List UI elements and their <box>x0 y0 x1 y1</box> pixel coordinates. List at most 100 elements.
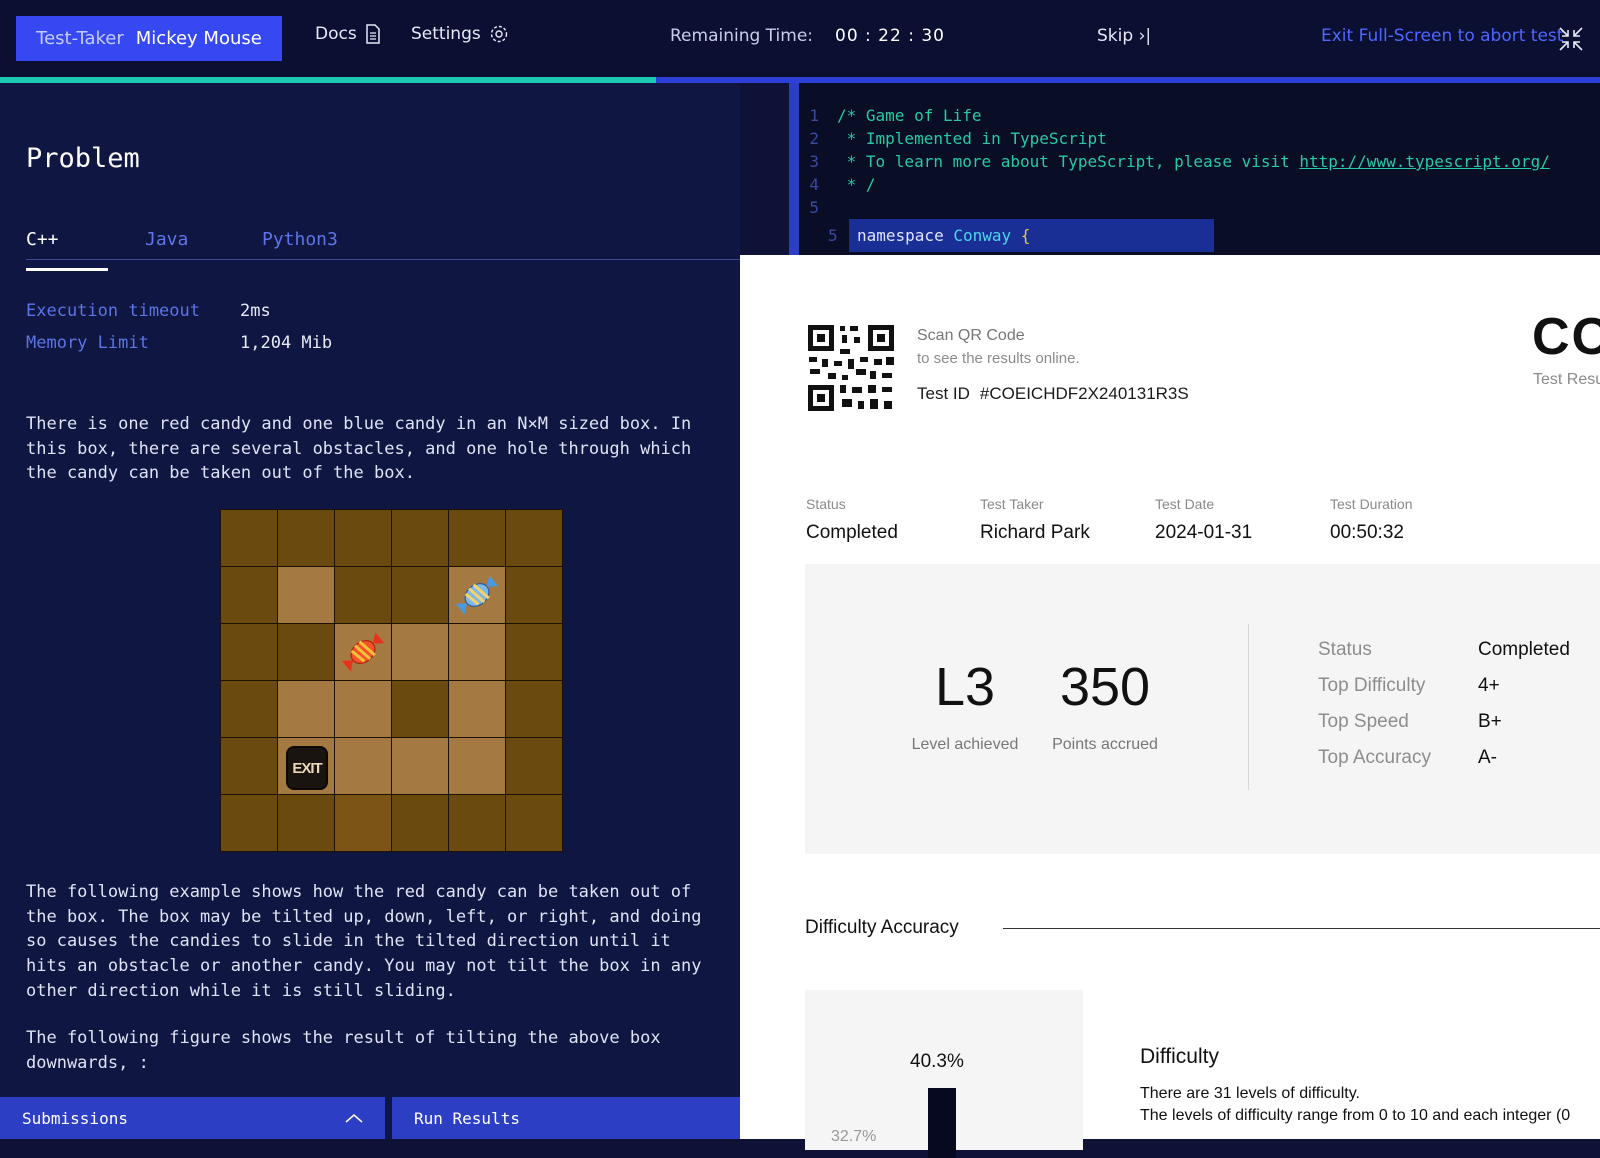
line-number: 1 <box>809 106 819 125</box>
points-value: 350 <box>1059 657 1151 717</box>
exit-fullscreen-link[interactable]: Exit Full-Screen to abort test <box>1321 26 1563 46</box>
level-value: L3 <box>934 657 996 717</box>
points-label: Points accrued <box>1052 736 1158 753</box>
grid-cell <box>506 624 562 680</box>
info-status: Status Completed <box>806 496 898 544</box>
tab-python3[interactable]: Python3 <box>262 229 338 250</box>
score-divider <box>1248 624 1249 790</box>
info-key: Test Date <box>1155 496 1215 512</box>
tab-cpp[interactable]: C++ <box>26 229 59 250</box>
panel-divider[interactable] <box>789 83 799 255</box>
run-results-tab[interactable]: Run Results <box>392 1097 740 1139</box>
grid-cell <box>392 795 448 851</box>
line-number: 4 <box>809 175 819 194</box>
line-text: * To learn more about TypeScript, please… <box>837 152 1300 171</box>
remaining-time-label: Remaining Time: <box>670 26 814 46</box>
results-brand-letters: CO <box>1532 308 1600 366</box>
run-results-label: Run Results <box>414 1108 520 1128</box>
bar-value-label: 40.3% <box>910 1051 964 1072</box>
grid-cell <box>278 510 334 566</box>
difficulty-accuracy-title: Difficulty Accuracy <box>805 917 959 938</box>
test-taker-badge: Test-Taker Mickey Mouse <box>16 16 282 61</box>
gear-icon <box>490 25 507 43</box>
grid-cell <box>278 795 334 851</box>
stat-key: Top Difficulty <box>1318 675 1426 696</box>
problem-paragraph-2: The following example shows how the red … <box>26 882 702 1001</box>
code-line: 1 /* Game of Life <box>799 106 1600 129</box>
difficulty-title: Difficulty <box>1140 1045 1219 1068</box>
difficulty-chart: 40.3% 32.7% <box>805 990 1083 1158</box>
info-key: Test Taker <box>980 496 1044 512</box>
code-line: 3 * To learn more about TypeScript, plea… <box>799 152 1600 175</box>
submissions-tab[interactable]: Submissions <box>0 1097 385 1139</box>
grid-cell <box>506 795 562 851</box>
candy-box-figure: EXIT <box>220 509 563 852</box>
blue-candy-icon <box>455 575 499 615</box>
grid-cell <box>278 567 334 623</box>
grid-cell <box>221 795 277 851</box>
difficulty-text: The levels of difficulty range from 0 to… <box>1140 1107 1571 1124</box>
line-number: 5 <box>828 226 838 245</box>
grid-cell <box>278 624 334 680</box>
stat-value: B+ <box>1478 711 1502 732</box>
test-results-caption: Test Resu <box>1533 371 1600 388</box>
red-candy-icon <box>341 632 385 672</box>
grid-cell <box>221 738 277 794</box>
grid-cell <box>506 510 562 566</box>
docs-button[interactable]: Docs <box>315 24 381 44</box>
meta-value: 1,204 Mib <box>240 333 333 353</box>
stat-value: A- <box>1478 747 1497 768</box>
meta-value: 2ms <box>240 301 271 321</box>
grid-cell <box>449 795 505 851</box>
line-number: 3 <box>809 152 819 171</box>
typescript-url-link[interactable]: http://www.typescript.org/ <box>1299 152 1549 175</box>
chevron-up-icon <box>345 1114 363 1123</box>
settings-button[interactable]: Settings <box>411 24 509 44</box>
grid-cell <box>506 681 562 737</box>
highlighted-code-line: 5 namespace Conway { <box>828 219 1214 252</box>
problem-panel: Problem C++ Java Python3 Execution timeo… <box>0 83 740 1139</box>
active-tab-underline <box>26 268 108 271</box>
grid-cell <box>506 738 562 794</box>
grid-cell <box>449 738 505 794</box>
problem-title: Problem <box>26 143 140 174</box>
skip-button[interactable]: Skip ›| <box>1097 26 1151 46</box>
test-id-value: #COEICHDF2X240131R3S <box>979 384 1189 403</box>
stat-key: Status <box>1318 639 1372 660</box>
grid-cell <box>221 624 277 680</box>
scan-qr-title: Scan QR Code <box>917 327 1025 344</box>
language-tabs: C++ Java Python3 <box>26 229 740 260</box>
code-keyword: namespace <box>857 226 944 245</box>
skip-label: Skip <box>1097 26 1134 46</box>
grid-cell <box>392 738 448 794</box>
info-key: Test Duration <box>1330 496 1413 512</box>
settings-label: Settings <box>411 24 481 44</box>
grid-cell <box>449 567 505 623</box>
grid-cell <box>392 624 448 680</box>
stat-value: 4+ <box>1478 675 1500 696</box>
test-taker-label: Test-Taker <box>36 28 124 49</box>
problem-paragraph-3: The following figure shows the result of… <box>26 1028 661 1073</box>
code-line: 2 * Implemented in TypeScript <box>799 129 1600 152</box>
info-test-duration: Test Duration 00:50:32 <box>1330 496 1412 544</box>
tab-java[interactable]: Java <box>145 229 188 250</box>
grid-cell <box>449 681 505 737</box>
meta-key: Memory Limit <box>26 333 149 353</box>
code-line: 5 <box>799 198 1600 221</box>
memory-limit-row: Memory Limit 1,204 Mib <box>26 333 332 353</box>
collapse-icon[interactable] <box>1558 26 1584 52</box>
chart-bar <box>928 1088 956 1158</box>
qr-code-icon[interactable] <box>806 323 896 413</box>
grid-cell <box>392 567 448 623</box>
score-summary: L3 Level achieved 350 Points accrued Sta… <box>805 564 1600 854</box>
side-value-label: 32.7% <box>831 1128 877 1145</box>
info-value: Completed <box>806 522 898 543</box>
line-text: * Implemented in TypeScript <box>837 129 1107 148</box>
test-id: Test ID #COEICHDF2X240131R3S <box>917 384 1189 404</box>
grid-cell <box>221 510 277 566</box>
grid-cell <box>392 681 448 737</box>
bottom-tabs: Submissions Run Results <box>0 1097 740 1139</box>
stat-key: Top Accuracy <box>1318 747 1431 768</box>
line-text: * / <box>837 175 876 194</box>
grid-cell: EXIT <box>278 738 334 794</box>
